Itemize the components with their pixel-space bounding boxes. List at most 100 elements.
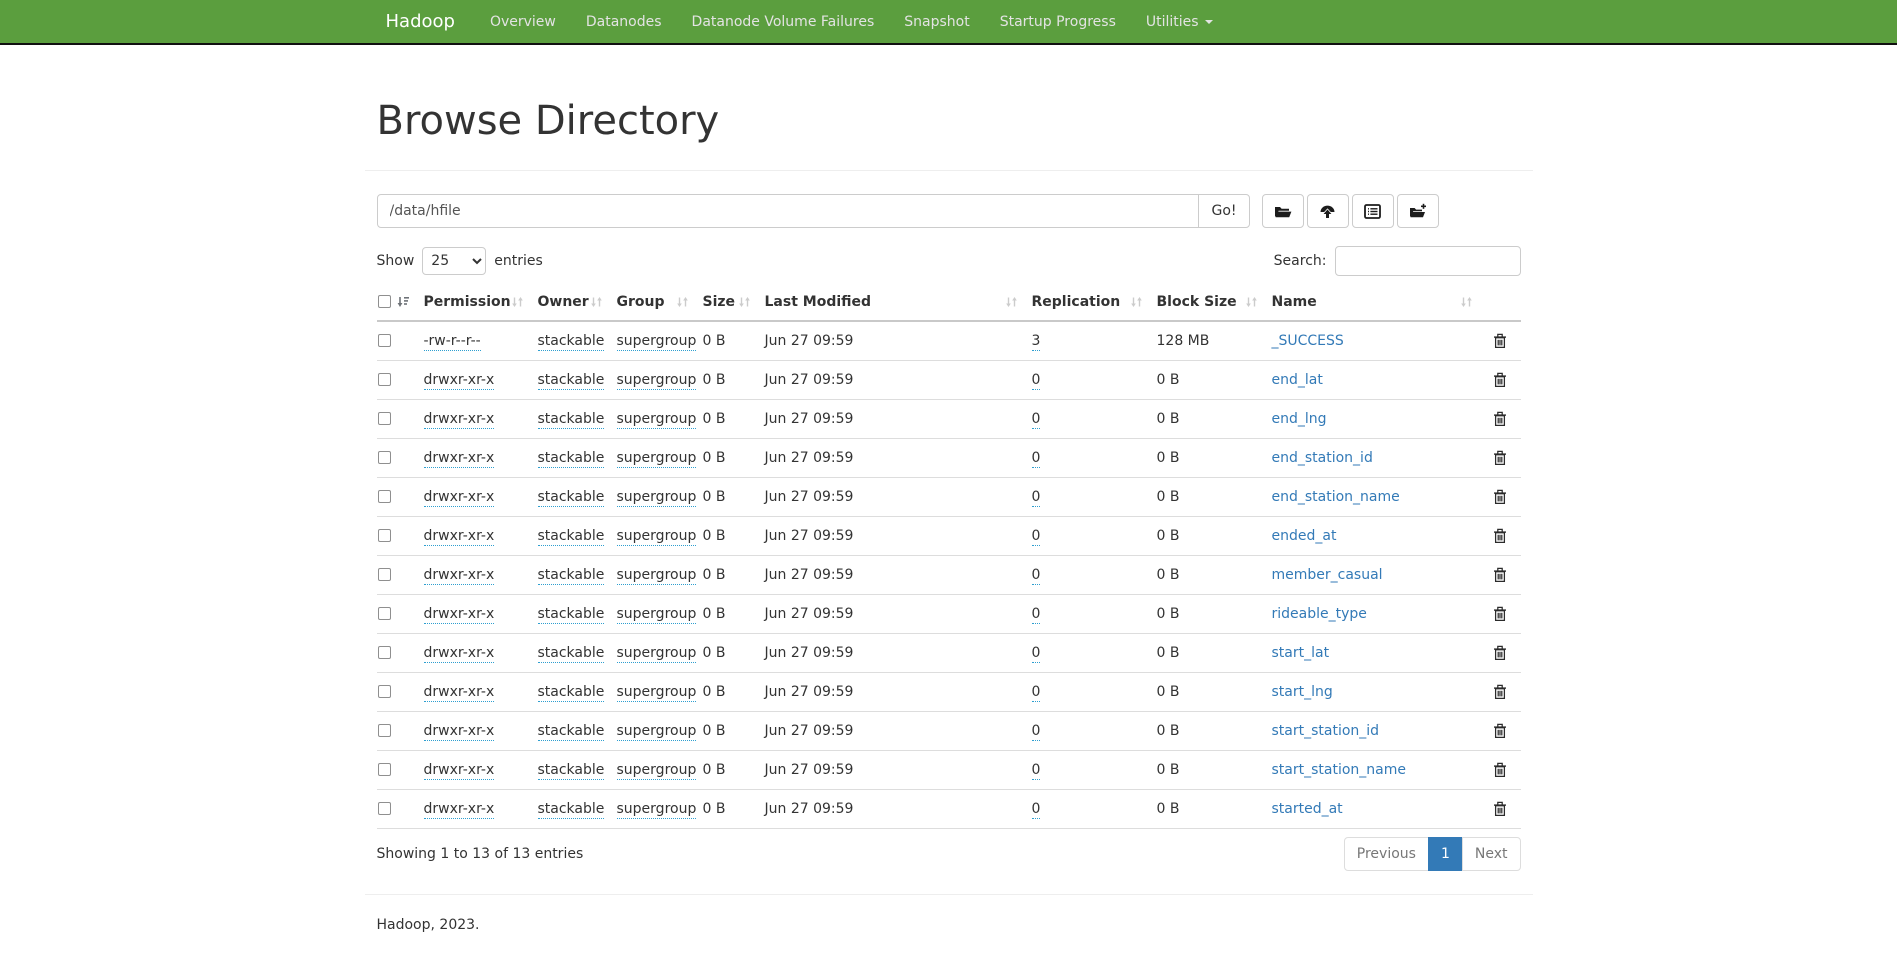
delete-button[interactable] (1493, 411, 1507, 427)
permission-value[interactable]: drwxr-xr-x (424, 528, 495, 546)
owner-value[interactable]: stackable (538, 489, 605, 507)
row-checkbox[interactable] (378, 802, 391, 815)
replication-value[interactable]: 0 (1032, 372, 1041, 390)
permission-value[interactable]: drwxr-xr-x (424, 684, 495, 702)
group-value[interactable]: supergroup (617, 489, 697, 507)
set-quota-button[interactable] (1352, 194, 1394, 228)
row-checkbox[interactable] (378, 490, 391, 503)
directory-path-input[interactable] (377, 194, 1200, 228)
select-all-checkbox[interactable] (378, 295, 391, 308)
group-value[interactable]: supergroup (617, 762, 697, 780)
replication-value[interactable]: 0 (1032, 489, 1041, 507)
delete-button[interactable] (1493, 762, 1507, 778)
file-name-link[interactable]: start_lat (1272, 645, 1330, 661)
replication-value[interactable]: 3 (1032, 333, 1041, 351)
file-name-link[interactable]: member_casual (1272, 567, 1383, 583)
row-checkbox[interactable] (378, 451, 391, 464)
owner-value[interactable]: stackable (538, 645, 605, 663)
file-name-link[interactable]: end_station_id (1272, 450, 1373, 466)
upload-file-button[interactable] (1307, 194, 1349, 228)
column-header-select[interactable] (377, 284, 416, 322)
row-checkbox[interactable] (378, 724, 391, 737)
pagination-page-1[interactable]: 1 (1428, 837, 1463, 871)
permission-value[interactable]: drwxr-xr-x (424, 372, 495, 390)
permission-value[interactable]: drwxr-xr-x (424, 723, 495, 741)
permission-value[interactable]: drwxr-xr-x (424, 645, 495, 663)
replication-value[interactable]: 0 (1032, 723, 1041, 741)
permission-value[interactable]: drwxr-xr-x (424, 450, 495, 468)
delete-button[interactable] (1493, 372, 1507, 388)
group-value[interactable]: supergroup (617, 450, 697, 468)
delete-button[interactable] (1493, 450, 1507, 466)
column-header-block-size[interactable]: Block Size (1149, 284, 1264, 322)
owner-value[interactable]: stackable (538, 411, 605, 429)
row-checkbox[interactable] (378, 646, 391, 659)
permission-value[interactable]: drwxr-xr-x (424, 567, 495, 585)
file-name-link[interactable]: end_lat (1272, 372, 1323, 388)
owner-value[interactable]: stackable (538, 801, 605, 819)
file-name-link[interactable]: _SUCCESS (1272, 333, 1344, 349)
owner-value[interactable]: stackable (538, 762, 605, 780)
group-value[interactable]: supergroup (617, 567, 697, 585)
row-checkbox[interactable] (378, 685, 391, 698)
file-name-link[interactable]: end_lng (1272, 411, 1327, 427)
replication-value[interactable]: 0 (1032, 684, 1041, 702)
owner-value[interactable]: stackable (538, 372, 605, 390)
row-checkbox[interactable] (378, 334, 391, 347)
permission-value[interactable]: drwxr-xr-x (424, 489, 495, 507)
row-checkbox[interactable] (378, 412, 391, 425)
nav-item-snapshot[interactable]: Snapshot (889, 12, 984, 32)
pagination-next[interactable]: Next (1462, 837, 1521, 871)
replication-value[interactable]: 0 (1032, 528, 1041, 546)
file-name-link[interactable]: start_lng (1272, 684, 1333, 700)
owner-value[interactable]: stackable (538, 606, 605, 624)
column-header-name[interactable]: Name (1264, 284, 1479, 322)
group-value[interactable]: supergroup (617, 372, 697, 390)
row-checkbox[interactable] (378, 607, 391, 620)
page-size-select[interactable]: 25 (422, 247, 486, 275)
file-name-link[interactable]: rideable_type (1272, 606, 1367, 622)
owner-value[interactable]: stackable (538, 567, 605, 585)
delete-button[interactable] (1493, 528, 1507, 544)
column-header-group[interactable]: Group (609, 284, 695, 322)
row-checkbox[interactable] (378, 529, 391, 542)
row-checkbox[interactable] (378, 568, 391, 581)
permission-value[interactable]: drwxr-xr-x (424, 606, 495, 624)
replication-value[interactable]: 0 (1032, 567, 1041, 585)
file-name-link[interactable]: ended_at (1272, 528, 1337, 544)
permission-value[interactable]: -rw-r--r-- (424, 333, 481, 351)
permission-value[interactable]: drwxr-xr-x (424, 411, 495, 429)
create-directory-button[interactable] (1397, 194, 1439, 228)
delete-button[interactable] (1493, 567, 1507, 583)
replication-value[interactable]: 0 (1032, 762, 1041, 780)
column-header-owner[interactable]: Owner (530, 284, 609, 322)
delete-button[interactable] (1493, 489, 1507, 505)
group-value[interactable]: supergroup (617, 528, 697, 546)
delete-button[interactable] (1493, 606, 1507, 622)
nav-item-overview[interactable]: Overview (475, 12, 571, 32)
owner-value[interactable]: stackable (538, 528, 605, 546)
replication-value[interactable]: 0 (1032, 606, 1041, 624)
owner-value[interactable]: stackable (538, 450, 605, 468)
nav-item-startup-progress[interactable]: Startup Progress (985, 12, 1131, 32)
replication-value[interactable]: 0 (1032, 450, 1041, 468)
group-value[interactable]: supergroup (617, 411, 697, 429)
group-value[interactable]: supergroup (617, 723, 697, 741)
owner-value[interactable]: stackable (538, 333, 605, 351)
delete-button[interactable] (1493, 801, 1507, 817)
delete-button[interactable] (1493, 645, 1507, 661)
column-header-replication[interactable]: Replication (1024, 284, 1149, 322)
search-input[interactable] (1335, 246, 1521, 276)
replication-value[interactable]: 0 (1032, 411, 1041, 429)
pagination-previous[interactable]: Previous (1344, 837, 1429, 871)
group-value[interactable]: supergroup (617, 645, 697, 663)
file-name-link[interactable]: start_station_name (1272, 762, 1407, 778)
column-header-size[interactable]: Size (695, 284, 757, 322)
delete-button[interactable] (1493, 723, 1507, 739)
row-checkbox[interactable] (378, 373, 391, 386)
go-button[interactable]: Go! (1198, 194, 1249, 228)
file-name-link[interactable]: start_station_id (1272, 723, 1380, 739)
delete-button[interactable] (1493, 333, 1507, 349)
group-value[interactable]: supergroup (617, 684, 697, 702)
nav-item-utilities[interactable]: Utilities (1131, 12, 1228, 32)
